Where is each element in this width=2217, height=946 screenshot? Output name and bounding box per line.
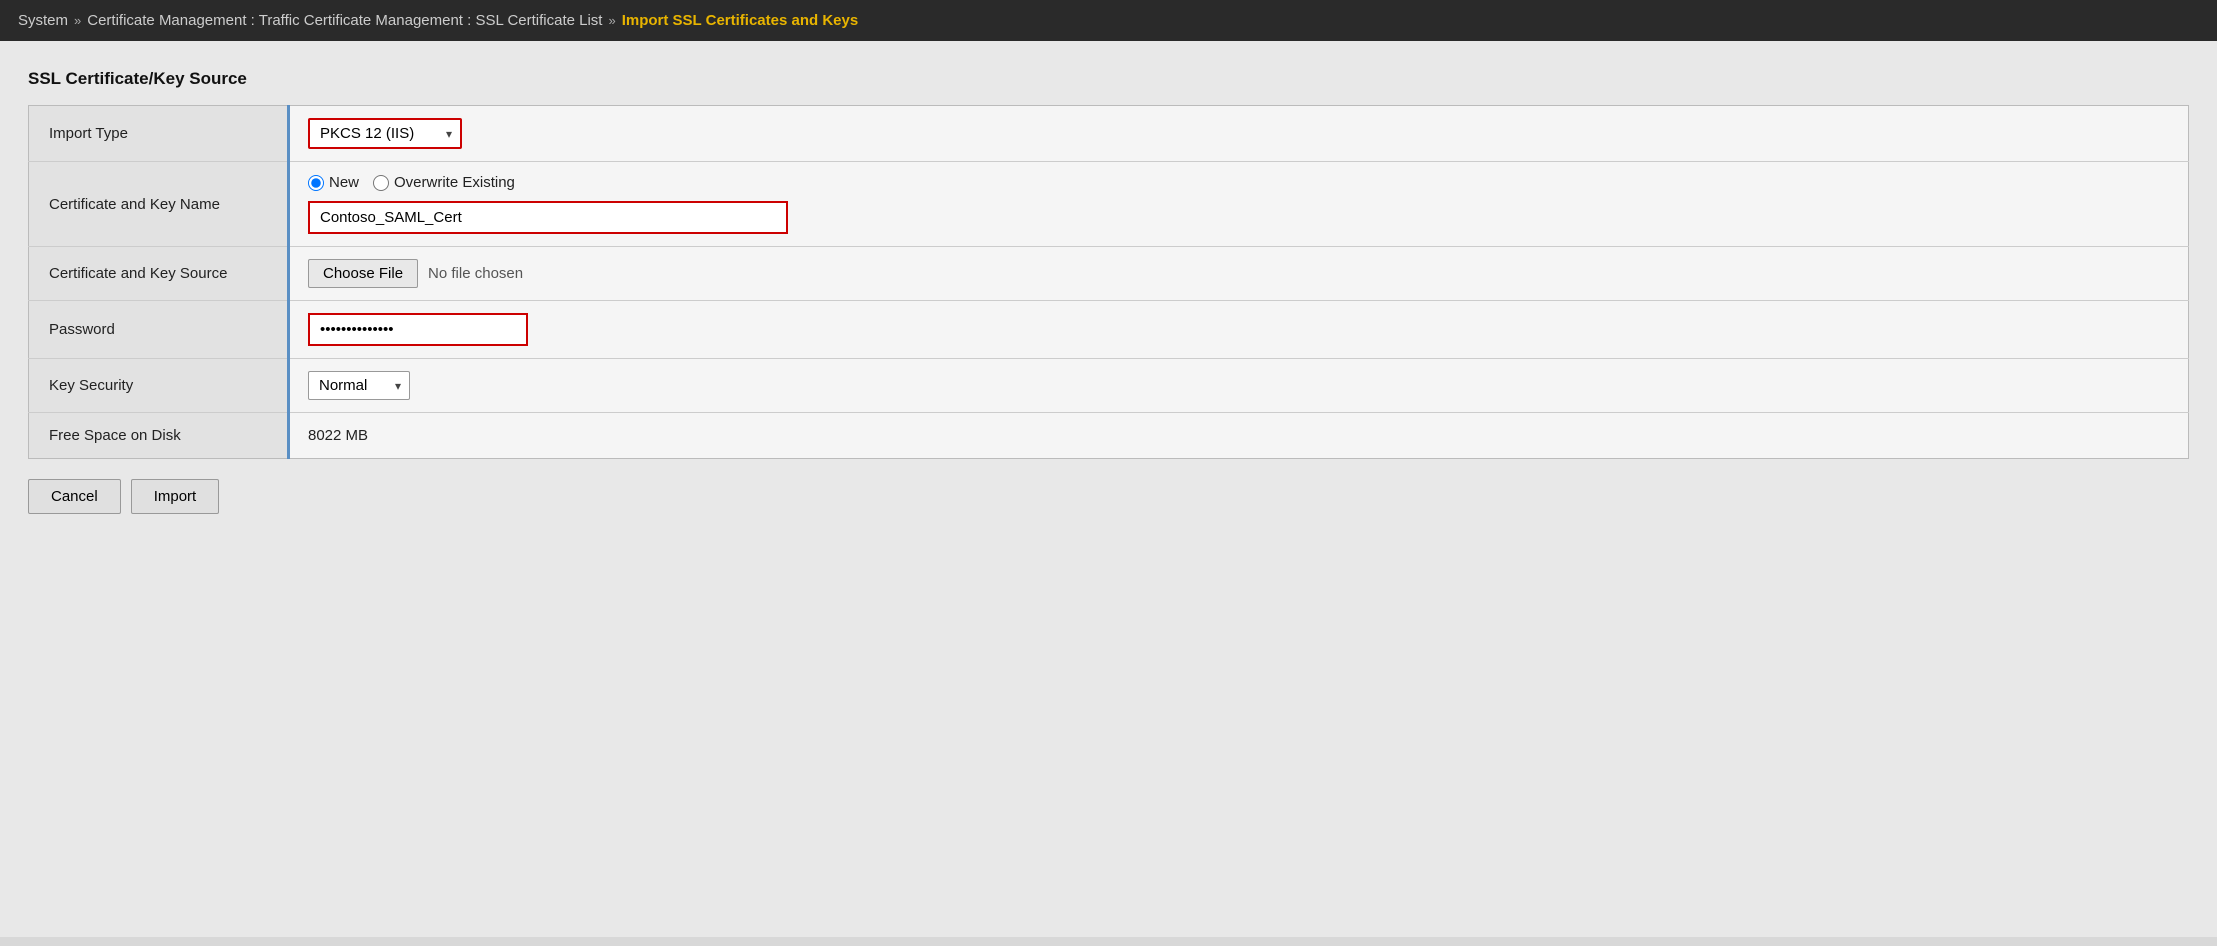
form-table: Import Type PKCS 12 (IIS) PEM DER PKCS 7… bbox=[28, 105, 2189, 459]
import-type-value-cell: PKCS 12 (IIS) PEM DER PKCS 7 ▾ bbox=[289, 106, 2189, 162]
password-value-cell bbox=[289, 301, 2189, 359]
password-row: Password bbox=[29, 301, 2189, 359]
import-type-label: Import Type bbox=[29, 106, 289, 162]
cert-key-name-value-cell: New Overwrite Existing bbox=[289, 162, 2189, 247]
cert-key-name-label: Certificate and Key Name bbox=[29, 162, 289, 247]
main-content: SSL Certificate/Key Source Import Type P… bbox=[0, 41, 2217, 937]
key-security-row: Key Security Normal High FIPS ▾ bbox=[29, 359, 2189, 413]
breadcrumb-middle[interactable]: Certificate Management : Traffic Certifi… bbox=[87, 12, 602, 29]
breadcrumb-arrow-2: » bbox=[608, 13, 615, 28]
choose-file-button[interactable]: Choose File bbox=[308, 259, 418, 288]
free-space-value: 8022 MB bbox=[308, 427, 368, 444]
key-security-value-cell: Normal High FIPS ▾ bbox=[289, 359, 2189, 413]
breadcrumb-system[interactable]: System bbox=[18, 12, 68, 29]
import-type-row: Import Type PKCS 12 (IIS) PEM DER PKCS 7… bbox=[29, 106, 2189, 162]
radio-overwrite-label[interactable]: Overwrite Existing bbox=[373, 174, 515, 191]
import-type-select[interactable]: PKCS 12 (IIS) PEM DER PKCS 7 bbox=[310, 120, 460, 147]
import-button[interactable]: Import bbox=[131, 479, 220, 514]
section-title: SSL Certificate/Key Source bbox=[28, 69, 2189, 89]
radio-new-text: New bbox=[329, 174, 359, 191]
password-input[interactable] bbox=[308, 313, 528, 346]
import-type-select-wrapper[interactable]: PKCS 12 (IIS) PEM DER PKCS 7 ▾ bbox=[308, 118, 462, 149]
password-label: Password bbox=[29, 301, 289, 359]
cert-key-source-row: Certificate and Key Source Choose File N… bbox=[29, 247, 2189, 301]
radio-new-label[interactable]: New bbox=[308, 174, 359, 191]
action-buttons: Cancel Import bbox=[28, 479, 2189, 514]
file-input-area: Choose File No file chosen bbox=[308, 259, 2170, 288]
radio-group: New Overwrite Existing bbox=[308, 174, 2170, 191]
key-security-select-wrapper[interactable]: Normal High FIPS ▾ bbox=[308, 371, 410, 400]
free-space-row: Free Space on Disk 8022 MB bbox=[29, 413, 2189, 459]
free-space-label: Free Space on Disk bbox=[29, 413, 289, 459]
cancel-button[interactable]: Cancel bbox=[28, 479, 121, 514]
breadcrumb: System » Certificate Management : Traffi… bbox=[0, 0, 2217, 41]
free-space-value-cell: 8022 MB bbox=[289, 413, 2189, 459]
radio-new[interactable] bbox=[308, 175, 324, 191]
key-security-label: Key Security bbox=[29, 359, 289, 413]
cert-key-name-input[interactable] bbox=[308, 201, 788, 234]
breadcrumb-current: Import SSL Certificates and Keys bbox=[622, 12, 858, 29]
breadcrumb-arrow-1: » bbox=[74, 13, 81, 28]
key-security-select[interactable]: Normal High FIPS bbox=[309, 372, 409, 399]
cert-key-source-label: Certificate and Key Source bbox=[29, 247, 289, 301]
no-file-text: No file chosen bbox=[428, 265, 523, 282]
cert-key-name-row: Certificate and Key Name New Overwrite E… bbox=[29, 162, 2189, 247]
cert-key-source-value-cell: Choose File No file chosen bbox=[289, 247, 2189, 301]
radio-overwrite-text: Overwrite Existing bbox=[394, 174, 515, 191]
radio-overwrite[interactable] bbox=[373, 175, 389, 191]
